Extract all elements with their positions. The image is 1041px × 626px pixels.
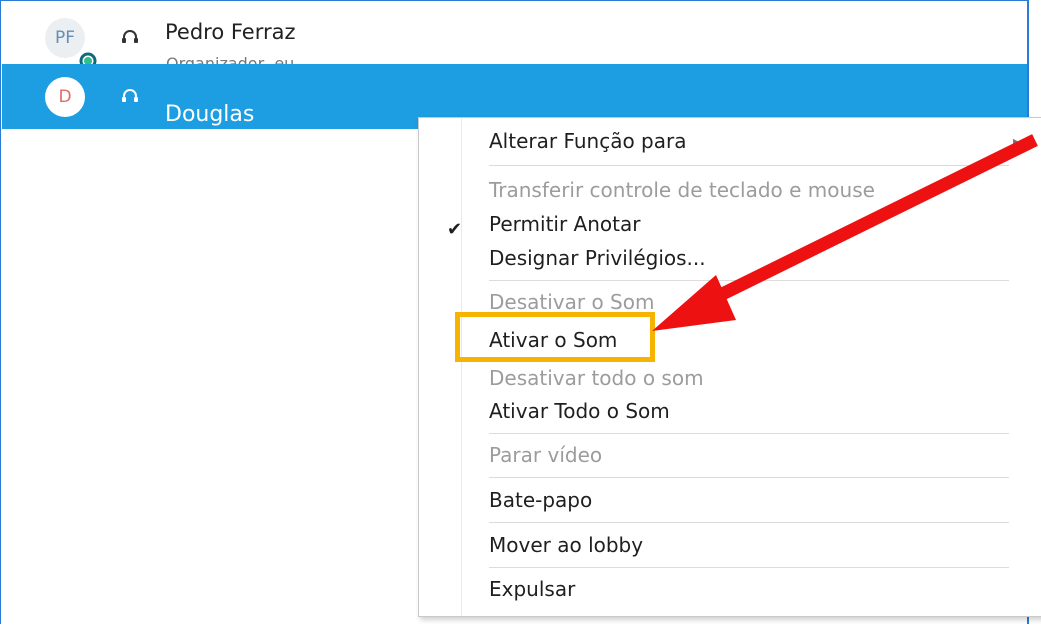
annotation-arrow-icon	[652, 134, 1038, 331]
